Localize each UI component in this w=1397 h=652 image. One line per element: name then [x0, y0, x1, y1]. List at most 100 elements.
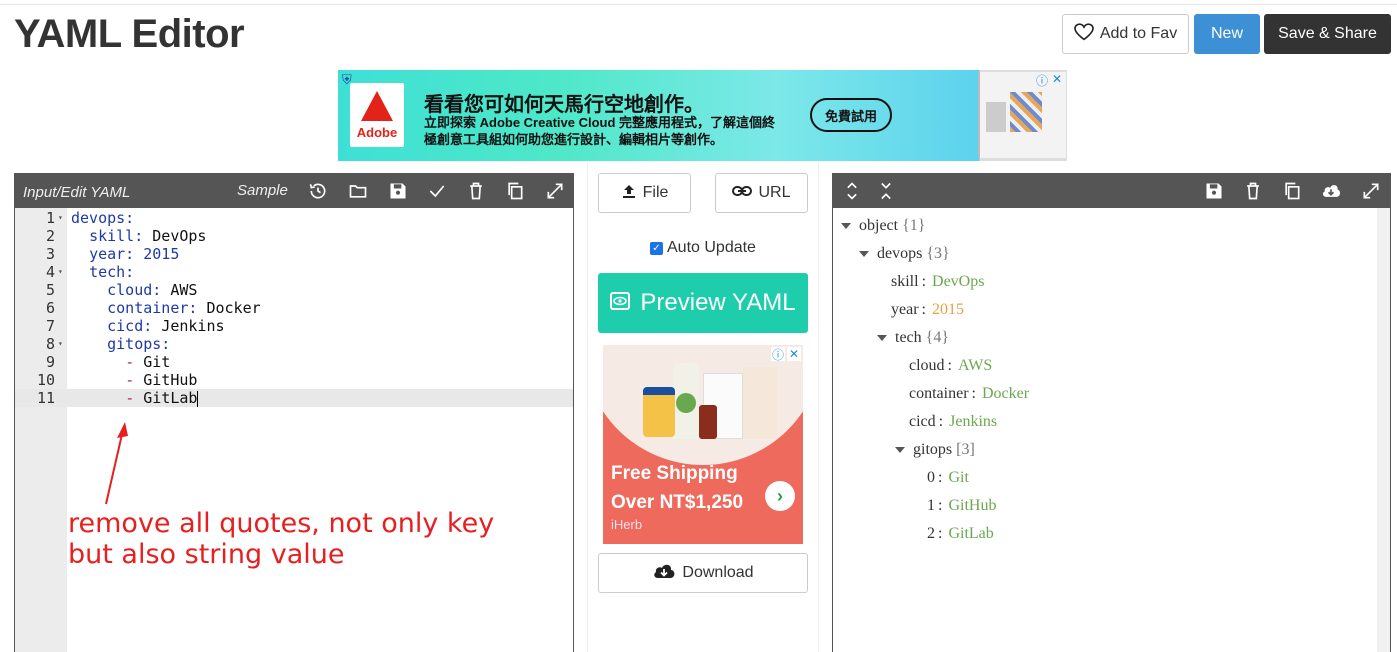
auto-update-toggle[interactable]: ✓ Auto Update [650, 239, 756, 257]
tree-key: container [909, 385, 969, 402]
line-number: 1 [45, 209, 55, 227]
tree-value: Docker [981, 385, 1030, 402]
iherb-ad-text: Free Shipping Over NT$1,250 [611, 463, 744, 513]
fullscreen-icon[interactable] [1360, 180, 1382, 202]
copy-icon[interactable] [1281, 180, 1303, 202]
tree-key: 0 [927, 469, 935, 486]
line-number: 4 [45, 263, 55, 281]
code-text: gitops: [107, 335, 171, 353]
code-text: cicd: Jenkins [107, 317, 225, 335]
tree-key: skill [891, 273, 919, 290]
tree-count: {3} [926, 245, 950, 262]
ad-cta-button[interactable]: 免費試用 [810, 98, 892, 132]
code-text: tech: [89, 263, 135, 281]
code-line[interactable]: 10 - GitHub [15, 371, 573, 389]
tree-view-panel: object {1} devops {3} skill: DevOps year:2015 t… [832, 173, 1391, 652]
fold-arrow-icon[interactable]: ▾ [58, 209, 63, 227]
url-button[interactable]: URL [715, 173, 808, 213]
ad-headline: 看看您可如何天馬行空地創作。 [424, 94, 704, 116]
tree-value: 2015 [931, 301, 964, 318]
adobe-ad-banner[interactable]: ⛨ Adobe 看看您可如何天馬行空地創作。 立即探索 Adobe Creati… [338, 70, 1067, 161]
code-line[interactable]: 1 ▾ devops: [15, 209, 573, 227]
tree-node: year:2015 [891, 301, 964, 318]
save-icon[interactable] [1203, 180, 1225, 202]
save-share-button[interactable]: Save & Share [1264, 14, 1391, 54]
tree-toolbar [833, 174, 1390, 208]
expand-arrow-icon[interactable] [877, 335, 887, 342]
iherb-brand: iHerb [611, 517, 643, 532]
expand-all-icon[interactable] [841, 180, 863, 202]
history-icon[interactable] [307, 180, 329, 202]
chevron-right-icon[interactable]: › [765, 481, 795, 511]
iherb-ad[interactable]: Free Shipping Over NT$1,250 iHerb › ⓘ ✕ [603, 345, 803, 544]
tree-node[interactable]: gitops [3] [895, 440, 975, 460]
tree-key: cicd [909, 413, 936, 430]
annotation-line-2: but also string value [68, 539, 345, 570]
tree-scrollbar[interactable] [1377, 208, 1390, 652]
collapse-all-icon[interactable] [875, 180, 897, 202]
yaml-editor-panel: Input/Edit YAML Sample 1 ▾ devops: 2 skill:… [14, 173, 574, 652]
code-text: year: 2015 [89, 245, 180, 263]
delete-icon[interactable] [1242, 180, 1264, 202]
link-icon [732, 184, 753, 202]
expand-arrow-icon[interactable] [841, 223, 851, 230]
delete-icon[interactable] [465, 180, 487, 202]
code-line[interactable]: 7 cicd: Jenkins [15, 317, 573, 335]
tree-node[interactable]: devops {3} [859, 244, 950, 264]
ad-close-icon[interactable]: ✕ [1052, 72, 1062, 86]
annotation-arrow [105, 422, 128, 505]
line-number: 11 [36, 389, 55, 407]
add-to-fav-label: Add to Fav [1099, 25, 1178, 42]
code-line[interactable]: 9 - Git [15, 353, 573, 371]
code-text: - GitLab [125, 389, 199, 407]
tree-node[interactable]: object {1} [841, 216, 925, 236]
copy-icon[interactable] [504, 180, 526, 202]
code-line[interactable]: 11 - GitLab [15, 389, 573, 407]
editor-toolbar: Input/Edit YAML Sample [15, 174, 573, 208]
tree-key: year [891, 301, 919, 318]
fold-arrow-icon[interactable]: ▾ [58, 335, 63, 353]
line-number: 5 [45, 281, 55, 299]
tree-value: DevOps [932, 273, 985, 290]
tree-node: 0: Git [927, 469, 969, 486]
file-button[interactable]: File [598, 173, 691, 213]
line-number: 2 [45, 227, 55, 245]
expand-arrow-icon[interactable] [859, 251, 869, 258]
cloud-download-icon[interactable] [1320, 180, 1342, 202]
new-button[interactable]: New [1194, 14, 1260, 54]
code-line[interactable]: 6 container: Docker [15, 299, 573, 317]
tree-count: {4} [925, 329, 950, 346]
preview-yaml-label: Preview YAML [640, 289, 796, 316]
tree-node: container: Docker [909, 385, 1030, 402]
annotation-line-1: remove all quotes, not only key [68, 508, 495, 539]
code-area[interactable]: 1 ▾ devops: 2 skill: DevOps 3 year: 2015 4 ▾ t… [15, 209, 573, 407]
fullscreen-icon[interactable] [544, 180, 566, 202]
ad-close-icon[interactable]: ✕ [787, 347, 801, 361]
folder-open-icon[interactable] [347, 180, 369, 202]
download-button[interactable]: Download [598, 553, 808, 593]
tree-key: devops [877, 245, 923, 262]
code-line[interactable]: 4 ▾ tech: [15, 263, 573, 281]
tree-node[interactable]: tech {4} [877, 328, 949, 348]
tree-count: {1} [902, 217, 926, 234]
code-line[interactable]: 8 ▾ gitops: [15, 335, 573, 353]
tree-value: GitLab [948, 525, 994, 542]
code-line[interactable]: 5 cloud: AWS [15, 281, 573, 299]
code-line[interactable]: 3 year: 2015 [15, 245, 573, 263]
code-text: skill: DevOps [89, 227, 207, 245]
add-to-fav-button[interactable]: Add to Fav [1062, 14, 1189, 54]
preview-yaml-button[interactable]: Preview YAML [598, 273, 808, 333]
sample-link[interactable]: Sample [237, 182, 288, 199]
expand-arrow-icon[interactable] [895, 447, 905, 454]
ad-info-icon[interactable]: ⓘ [1036, 72, 1048, 89]
line-number: 3 [45, 245, 55, 263]
tree-node: skill: DevOps [891, 273, 985, 290]
code-line[interactable]: 2 skill: DevOps [15, 227, 573, 245]
auto-update-checkbox[interactable]: ✓ [650, 241, 663, 255]
code-text: cloud: AWS [107, 281, 198, 299]
save-icon[interactable] [387, 180, 409, 202]
annotation-text: remove all quotes, not only key but also… [68, 508, 494, 570]
ad-info-icon[interactable]: ⓘ [771, 347, 785, 362]
check-icon[interactable] [426, 180, 448, 202]
fold-arrow-icon[interactable]: ▾ [58, 263, 63, 281]
